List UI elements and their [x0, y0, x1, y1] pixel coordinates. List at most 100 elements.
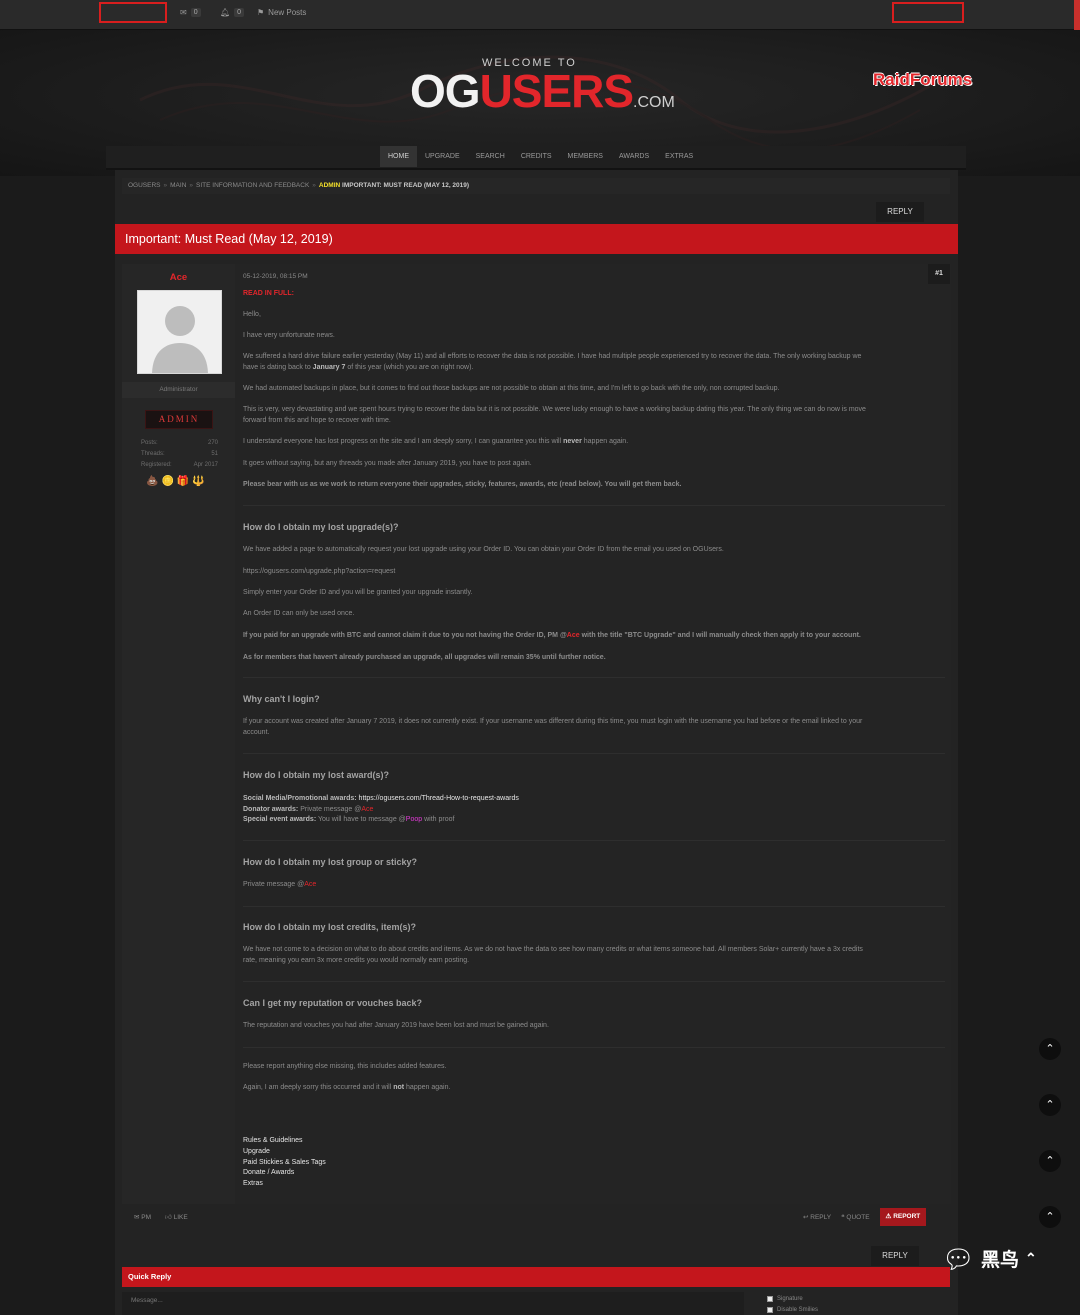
user-panel [122, 264, 235, 1204]
stat-label: Threads: [141, 451, 165, 457]
stat-label: Registered: [141, 462, 172, 468]
username[interactable]: Ace [122, 272, 235, 283]
section-divider [243, 1047, 945, 1048]
post-date: 05-12-2019, 08:15 PM [243, 273, 308, 280]
reply-post-button[interactable]: ↩ REPLY [803, 1213, 831, 1221]
section-divider [243, 753, 945, 754]
new-posts-link[interactable]: ⚑ New Posts [257, 8, 306, 17]
awards-link[interactable]: https://ogusers.com/Thread-How-to-reques… [359, 795, 519, 802]
post-bold: January 7 [312, 363, 346, 371]
mention-ace[interactable]: Ace [567, 632, 580, 639]
stat-value: Apr 2017 [193, 462, 218, 468]
breadcrumb-item[interactable]: MAIN [170, 182, 186, 189]
mention-ace[interactable]: Ace [361, 806, 373, 813]
mention-ace[interactable]: Ace [304, 881, 316, 888]
nav-search[interactable]: SEARCH [468, 146, 513, 167]
award-trident-icon[interactable]: 🔱 [192, 476, 204, 487]
reply-button-bottom[interactable]: REPLY [871, 1246, 919, 1266]
post-text: We suffered a hard drive failure earlier… [243, 352, 943, 373]
post-text: We have not come to a decision on what t… [243, 945, 943, 966]
bell-icon: 🔔︎ [220, 8, 231, 17]
nav-extras[interactable]: EXTRAS [657, 146, 701, 167]
top-bar: ✉ 0 🔔︎ 0 ⚑ New Posts [0, 0, 1080, 30]
quote-button[interactable]: ❝ QUOTE [841, 1213, 869, 1221]
stat-registered: Registered: Apr 2017 [141, 462, 218, 468]
stat-threads: Threads: 51 [141, 451, 218, 457]
envelope-icon: ✉ [134, 1214, 140, 1221]
post-number[interactable]: #1 [928, 264, 950, 284]
quick-reply-header: Quick Reply [122, 1267, 950, 1287]
stat-posts: Posts: 270 [141, 440, 218, 446]
disable-smilies-label: Disable Smilies [777, 1307, 819, 1313]
nav-upgrade[interactable]: UPGRADE [417, 146, 468, 167]
scroll-top-chevron-up-icon[interactable]: ⌃ [1039, 1038, 1061, 1060]
upgrade-link[interactable]: https://ogusers.com/upgrade.php?action=r… [243, 567, 943, 578]
alerts-link[interactable]: 🔔︎ 0 [220, 8, 245, 17]
messages-link[interactable]: ✉ 0 [180, 8, 201, 17]
quick-reply-message-input[interactable]: Message... [122, 1292, 744, 1315]
signature-checkbox[interactable] [767, 1296, 773, 1302]
breadcrumb-item[interactable]: OGUSERS [128, 182, 161, 189]
section-divider [243, 840, 945, 841]
section-divider [243, 906, 945, 907]
post-text: Social Media/Promotional awards: https:/… [243, 794, 943, 826]
post-text: It goes without saying, but any threads … [243, 460, 532, 467]
post-bold: Special event awards: [243, 816, 317, 823]
link-upgrade[interactable]: Upgrade [243, 1147, 326, 1158]
post-text-line: We suffered a hard drive failure earlier… [243, 353, 862, 360]
post-footer-right: ↩ REPLY ❝ QUOTE ⚠ REPORT [803, 1208, 927, 1226]
post-text: The reputation and vouches you had after… [243, 1022, 549, 1029]
award-poop-icon[interactable]: 💩 [146, 476, 158, 487]
mention-poop[interactable]: Poop [406, 816, 422, 823]
post-text: This is very, very devastating and we sp… [243, 405, 943, 426]
post-text: Again, I am deeply sorry this occurred a… [243, 1083, 943, 1094]
post-text-line: have is dating back to [243, 363, 311, 371]
disable-smilies-option[interactable]: Disable Smilies [767, 1307, 818, 1313]
redacted-box-right [892, 2, 964, 23]
section-heading: How do I obtain my lost credits, item(s)… [243, 922, 417, 932]
chevron-right-icon: » [189, 182, 194, 189]
nav-awards[interactable]: AWARDS [611, 146, 657, 167]
award-coin-icon[interactable]: 🪙 [161, 476, 173, 487]
section-heading: How do I obtain my lost award(s)? [243, 770, 390, 780]
post-text-line: of this year (which you are on right now… [347, 363, 474, 371]
scroll-top-chevron-up-icon[interactable]: ⌃ [1039, 1150, 1061, 1172]
breadcrumb: OGUSERS» MAIN» SITE INFORMATION AND FEEDBA… [122, 178, 950, 194]
link-donate[interactable]: Donate / Awards [243, 1168, 326, 1179]
like-button[interactable]: 👍︎ LIKE [165, 1213, 188, 1221]
disable-smilies-checkbox[interactable] [767, 1307, 773, 1313]
thumbs-up-icon: 👍︎ [165, 1214, 172, 1221]
avatar[interactable] [137, 290, 222, 374]
raidforums-logo: RaidForums [873, 70, 973, 89]
signature-option[interactable]: Signature [767, 1296, 803, 1302]
post-text: If your account was created after Januar… [243, 717, 943, 738]
quote-label: QUOTE [846, 1214, 870, 1221]
award-gift-icon[interactable]: 🎁 [177, 476, 189, 487]
stat-label: Posts: [141, 440, 158, 446]
nav-credits[interactable]: CREDITS [513, 146, 560, 167]
scroll-top-chevron-up-icon[interactable]: ⌃ [1039, 1206, 1061, 1228]
reply-arrow-icon: ↩ [803, 1214, 809, 1221]
breadcrumb-item[interactable]: SITE INFORMATION AND FEEDBACK [196, 182, 309, 189]
reply-button-top[interactable]: REPLY [876, 202, 924, 222]
section-heading: Can I get my reputation or vouches back? [243, 998, 423, 1008]
section-divider [243, 505, 945, 506]
post-bold: Social Media/Promotional awards: [243, 795, 357, 802]
nav-home[interactable]: HOME [380, 146, 417, 167]
wechat-watermark: 💬︎ 黑鸟 ⌃ [942, 1245, 1037, 1272]
report-button[interactable]: ⚠ REPORT [879, 1208, 927, 1226]
scroll-top-chevron-up-icon[interactable]: ⌃ [1039, 1094, 1061, 1116]
link-rules[interactable]: Rules & Guidelines [243, 1136, 326, 1147]
user-role: Administrator [122, 382, 235, 398]
link-paid-stickies[interactable]: Paid Stickies & Sales Tags [243, 1158, 326, 1169]
section-heading: How do I obtain my lost upgrade(s)? [243, 522, 399, 532]
stat-value: 51 [211, 451, 218, 457]
section-divider [243, 981, 945, 982]
logo-users: USERS [479, 65, 634, 117]
site-logo[interactable]: OGUSERS.COM [410, 68, 675, 114]
nav-members[interactable]: MEMBERS [560, 146, 611, 167]
pm-button[interactable]: ✉ PM [134, 1213, 151, 1221]
logo-og: OG [410, 65, 481, 117]
post-text-line: Private message @ [300, 805, 362, 813]
link-extras[interactable]: Extras [243, 1179, 326, 1190]
